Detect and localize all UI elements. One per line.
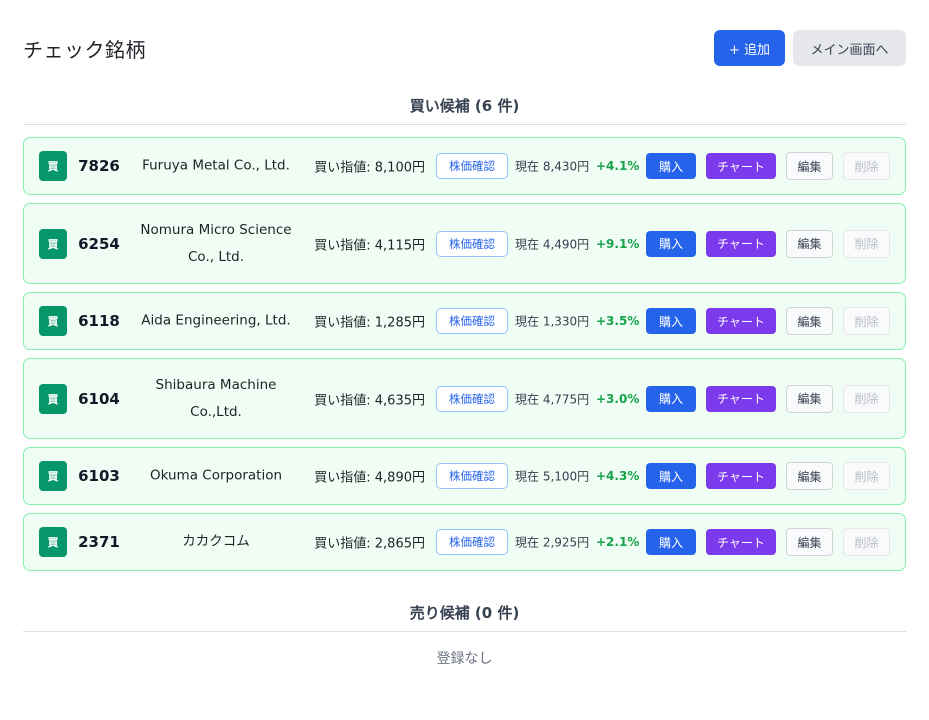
current-price: 現在 4,775円 bbox=[515, 392, 590, 406]
buy-badge: 買 bbox=[39, 461, 67, 491]
buy-limit-price: 買い指値: 2,865円 bbox=[314, 536, 425, 552]
edit-button[interactable]: 編集 bbox=[786, 384, 833, 413]
price-change: +3.0% bbox=[596, 391, 640, 406]
current-price: 現在 4,490円 bbox=[515, 237, 590, 251]
sell-section-divider bbox=[23, 631, 906, 632]
stock-code: 6103 bbox=[78, 467, 120, 485]
company-name: Furuya Metal Co., Ltd. bbox=[142, 157, 290, 174]
delete-button[interactable]: 削除 bbox=[843, 462, 890, 490]
price-change: +3.5% bbox=[596, 314, 640, 328]
empty-state-text: 登録なし bbox=[436, 651, 493, 667]
price-check-button[interactable]: 株価確認 bbox=[436, 385, 508, 412]
chart-button[interactable]: チャート bbox=[706, 153, 776, 179]
edit-button[interactable]: 編集 bbox=[786, 462, 833, 490]
price-check-button[interactable]: 株価確認 bbox=[436, 463, 508, 489]
stock-code: 6104 bbox=[78, 389, 120, 408]
page-header: チェック銘柄 + 追加 メイン画面へ bbox=[23, 30, 906, 66]
buy-limit-price: 買い指値: 4,115円 bbox=[314, 238, 425, 253]
stock-card: 買 6254 Nomura Micro Science Co., Ltd. 買い… bbox=[23, 203, 906, 284]
price-change: +2.1% bbox=[596, 535, 640, 549]
current-price: 現在 1,330円 bbox=[515, 314, 590, 329]
purchase-button[interactable]: 購入 bbox=[646, 529, 696, 555]
edit-button[interactable]: 編集 bbox=[786, 528, 833, 556]
sell-section-heading: 売り候補 (0 件) bbox=[409, 604, 520, 622]
purchase-button[interactable]: 購入 bbox=[646, 230, 696, 257]
current-price: 現在 5,100円 bbox=[515, 469, 590, 484]
chart-button[interactable]: チャート bbox=[706, 308, 776, 334]
buy-badge: 買 bbox=[39, 383, 67, 414]
buy-badge: 買 bbox=[39, 228, 67, 259]
stock-card: 買 6103 Okuma Corporation 買い指値: 4,890円 株価… bbox=[23, 447, 906, 505]
company-name: Aida Engineering, Ltd. bbox=[141, 312, 291, 329]
edit-button[interactable]: 編集 bbox=[786, 229, 833, 258]
price-change: +4.3% bbox=[596, 469, 640, 483]
chart-button[interactable]: チャート bbox=[706, 463, 776, 489]
add-button[interactable]: + 追加 bbox=[714, 30, 785, 66]
stock-card: 買 6118 Aida Engineering, Ltd. 買い指値: 1,28… bbox=[23, 292, 906, 350]
company-name: カカクコム bbox=[182, 533, 250, 550]
main-screen-button[interactable]: メイン画面へ bbox=[793, 30, 906, 66]
delete-button[interactable]: 削除 bbox=[843, 152, 890, 180]
delete-button[interactable]: 削除 bbox=[843, 384, 890, 413]
company-name: Okuma Corporation bbox=[149, 467, 283, 484]
buy-section-divider bbox=[23, 124, 906, 125]
price-check-button[interactable]: 株価確認 bbox=[436, 308, 508, 334]
buy-limit-price: 買い指値: 4,890円 bbox=[314, 470, 425, 486]
edit-button[interactable]: 編集 bbox=[786, 307, 833, 335]
stock-card: 買 6104 Shibaura Machine Co.,Ltd. 買い指値: 4… bbox=[23, 358, 906, 439]
price-change: +9.1% bbox=[596, 236, 640, 251]
stock-card: 買 2371 カカクコム 買い指値: 2,865円 株価確認 現在 2,925円… bbox=[23, 513, 906, 571]
chart-button[interactable]: チャート bbox=[706, 230, 776, 257]
price-check-button[interactable]: 株価確認 bbox=[436, 529, 508, 555]
delete-button[interactable]: 削除 bbox=[843, 229, 890, 258]
current-price: 現在 2,925円 bbox=[515, 535, 590, 550]
stock-code: 2371 bbox=[78, 533, 120, 551]
price-check-button[interactable]: 株価確認 bbox=[436, 153, 508, 179]
buy-badge: 買 bbox=[39, 306, 67, 336]
stock-card: 買 7826 Furuya Metal Co., Ltd. 買い指値: 8,10… bbox=[23, 137, 906, 195]
edit-button[interactable]: 編集 bbox=[786, 152, 833, 180]
stock-code: 6254 bbox=[78, 234, 120, 253]
purchase-button[interactable]: 購入 bbox=[646, 385, 696, 412]
company-name: Shibaura Machine Co.,Ltd. bbox=[155, 376, 277, 420]
buy-section-heading: 買い候補 (6 件) bbox=[409, 97, 520, 115]
purchase-button[interactable]: 購入 bbox=[646, 153, 696, 179]
buy-limit-price: 買い指値: 8,100円 bbox=[314, 160, 425, 176]
delete-button[interactable]: 削除 bbox=[843, 528, 890, 556]
chart-button[interactable]: チャート bbox=[706, 385, 776, 412]
page-title: チェック銘柄 bbox=[23, 38, 146, 62]
chart-button[interactable]: チャート bbox=[706, 529, 776, 555]
buy-badge: 買 bbox=[39, 151, 67, 181]
stock-code: 6118 bbox=[78, 312, 120, 330]
delete-button[interactable]: 削除 bbox=[843, 307, 890, 335]
buy-badge: 買 bbox=[39, 527, 67, 557]
price-check-button[interactable]: 株価確認 bbox=[436, 230, 508, 257]
price-change: +4.1% bbox=[596, 159, 640, 173]
purchase-button[interactable]: 購入 bbox=[646, 308, 696, 334]
stock-code: 7826 bbox=[78, 157, 120, 175]
current-price: 現在 8,430円 bbox=[515, 159, 590, 174]
buy-limit-price: 買い指値: 1,285円 bbox=[314, 315, 425, 331]
purchase-button[interactable]: 購入 bbox=[646, 463, 696, 489]
company-name: Nomura Micro Science Co., Ltd. bbox=[140, 221, 292, 265]
buy-limit-price: 買い指値: 4,635円 bbox=[314, 393, 425, 408]
